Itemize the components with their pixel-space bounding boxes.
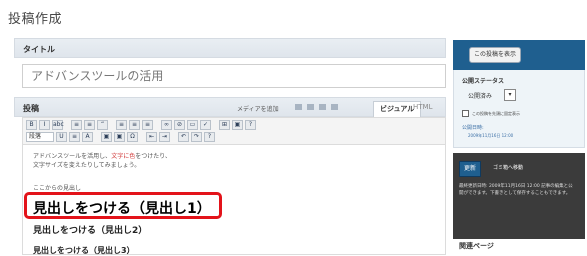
toolbar-button[interactable]: A	[82, 132, 93, 142]
toolbar-button[interactable]: ?	[245, 120, 256, 130]
toolbar-button[interactable]: ?	[204, 132, 215, 142]
update-button[interactable]: 更新	[459, 161, 482, 177]
toolbar-button[interactable]: ✓	[200, 120, 211, 130]
sidebar: この投稿を表示 公開ステータス 公開済み ▾ この投稿を先頭に固定表示 公開日時…	[451, 36, 587, 255]
image-icon[interactable]	[295, 104, 302, 110]
toolbar-button[interactable]: ▣	[101, 132, 112, 142]
heading-3-text: 見出しをつける（見出し3）	[33, 246, 135, 255]
toolbar-button[interactable]: B	[26, 120, 37, 130]
stick-checkbox-label: この投稿を先頭に固定表示	[472, 110, 520, 116]
toolbar-button[interactable]: ∞	[161, 120, 172, 130]
update-info-text: 最終更新日時: 2009年11月16日 12:00 記事の編集と公開ができます。…	[459, 184, 573, 196]
publish-box: 公開ステータス 公開済み ▾ この投稿を先頭に固定表示 公開日時: 2009年1…	[453, 70, 585, 148]
toolbar-button[interactable]: U	[56, 132, 67, 142]
tab-html[interactable]: HTML	[413, 103, 432, 111]
media-icon[interactable]	[331, 104, 338, 110]
toolbar-separator	[65, 120, 69, 130]
music-icon[interactable]	[319, 104, 326, 110]
published-label: 公開日時:	[462, 125, 484, 131]
red-text: 文字に色	[111, 153, 136, 160]
editor-toolbar: B Iabc ≡ ≡ “≡ ≡ ≡ ∞ ⊘ ▭ ✓ ⊞ ▣? 段落 U ≡ A ▣ ▣ Ω ⇤ ⇥ ↶ ↷?	[22, 117, 446, 145]
toolbar-button[interactable]: “	[97, 120, 108, 130]
post-title-input[interactable]: アドバンスツールの活用	[22, 64, 446, 88]
toolbar-button[interactable]: ≡	[129, 120, 140, 130]
toolbar-button[interactable]: I	[39, 120, 50, 130]
preview-button[interactable]: この投稿を表示	[469, 47, 522, 63]
toolbar-button[interactable]: ▣	[232, 120, 243, 130]
toolbar-button[interactable]: ≡	[71, 120, 82, 130]
update-box: 更新 ゴミ箱へ移動 最終更新日時: 2009年11月16日 12:00 記事の編…	[453, 153, 585, 239]
toolbar-button[interactable]: ≡	[84, 120, 95, 130]
heading-2-text: 見出しをつける（見出し2）	[33, 226, 148, 236]
media-icons	[295, 104, 338, 110]
editor-paragraph: ここからの見出し	[33, 185, 82, 192]
toolbar-button[interactable]: ⇤	[146, 132, 157, 142]
body-section-header: 投稿 メディアを追加 ビジュアル HTML	[14, 97, 446, 117]
page-title: 投稿作成	[8, 12, 63, 27]
toolbar-button[interactable]: ↷	[191, 132, 202, 142]
title-section-header: タイトル	[14, 38, 446, 58]
status-dropdown-icon[interactable]: ▾	[504, 89, 516, 101]
media-upload-link[interactable]: メディアを追加	[237, 104, 279, 113]
toolbar-button[interactable]: ↶	[178, 132, 189, 142]
stick-checkbox[interactable]: この投稿を先頭に固定表示	[462, 110, 520, 117]
toolbar-separator	[95, 132, 99, 142]
published-time[interactable]: 2009年11月16日 12:00	[468, 133, 513, 139]
toolbar-button[interactable]: ⇥	[159, 132, 170, 142]
toolbar-button[interactable]: ▣	[114, 132, 125, 142]
toolbar-separator	[110, 120, 114, 130]
checkbox-icon[interactable]	[462, 110, 469, 117]
related-pages-label: 関連ページ	[459, 242, 494, 250]
toolbar-button[interactable]: ⊘	[174, 120, 185, 130]
video-icon[interactable]	[307, 104, 314, 110]
toolbar-button[interactable]: ≡	[69, 132, 80, 142]
publish-box-header: この投稿を表示	[453, 40, 585, 70]
toolbar-separator	[155, 120, 159, 130]
toolbar-button[interactable]: ⊞	[219, 120, 230, 130]
toolbar-button[interactable]: abc	[52, 120, 64, 130]
toolbar-separator	[213, 120, 217, 130]
format-select[interactable]: 段落	[26, 132, 54, 142]
publish-status-value: 公開済み	[468, 93, 493, 100]
toolbar-row-1: B Iabc ≡ ≡ “≡ ≡ ≡ ∞ ⊘ ▭ ✓ ⊞ ▣?	[26, 120, 256, 130]
toolbar-button[interactable]: ≡	[116, 120, 127, 130]
trash-link[interactable]: ゴミ箱へ移動	[493, 164, 523, 171]
toolbar-button[interactable]: Ω	[127, 132, 138, 142]
editor-paragraph: 文字サイズを変えたりしてみましょう。	[33, 162, 141, 169]
toolbar-button[interactable]: ▭	[187, 120, 198, 130]
toolbar-row-2: 段落 U ≡ A ▣ ▣ Ω ⇤ ⇥ ↶ ↷?	[26, 132, 215, 142]
heading-1-text: 見出しをつける（見出し1）	[33, 201, 211, 217]
publish-status-label: 公開ステータス	[462, 78, 505, 85]
body-label: 投稿	[23, 104, 39, 113]
highlighted-heading-box: 見出しをつける（見出し1）	[24, 192, 222, 219]
toolbar-separator	[140, 132, 144, 142]
editor-paragraph: アドバンスツールを活用し、文字に色をつけたり、	[33, 151, 171, 160]
toolbar-button[interactable]: ≡	[142, 120, 153, 130]
paragraph-text: をつけたり、	[135, 153, 171, 160]
paragraph-text: アドバンスツールを活用し、	[33, 153, 112, 160]
toolbar-separator	[172, 132, 176, 142]
post-editor-main: タイトル アドバンスツールの活用 投稿 メディアを追加 ビジュアル HTML B…	[14, 36, 446, 255]
editor-content-area[interactable]: アドバンスツールを活用し、文字に色をつけたり、 文字サイズを変えたりしてみましょ…	[22, 145, 446, 255]
